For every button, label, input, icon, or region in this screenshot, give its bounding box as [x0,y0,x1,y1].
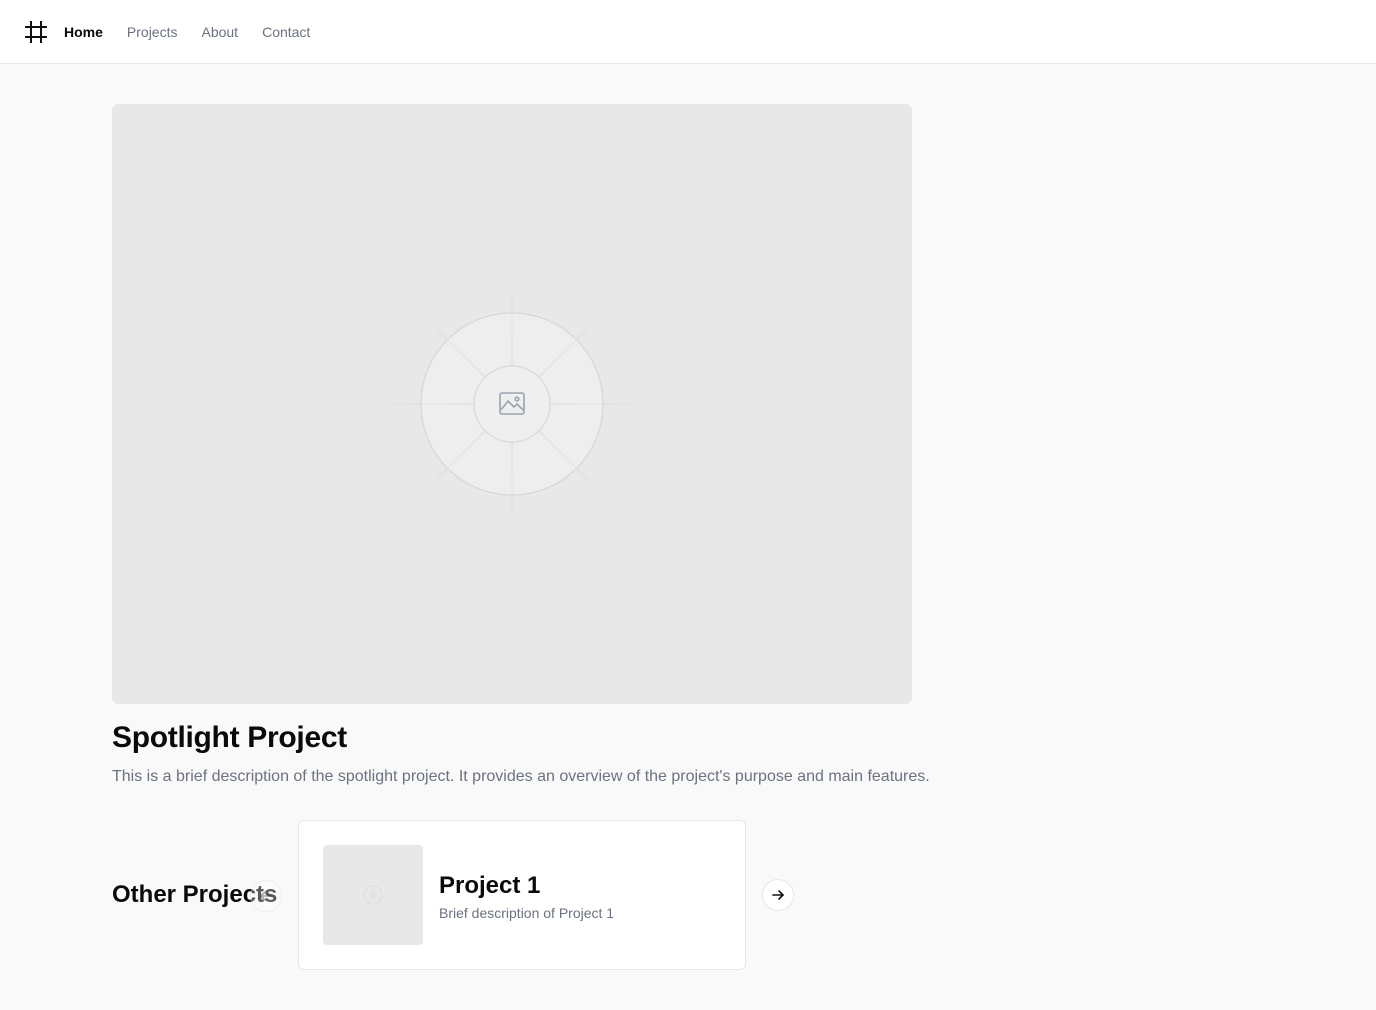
project-thumbnail [323,845,423,945]
image-placeholder-icon [372,264,652,544]
project-card[interactable]: Project 1 Brief description of Project 1 [298,820,746,970]
hash-frame-icon[interactable] [24,20,48,44]
nav-link-contact[interactable]: Contact [262,22,310,42]
nav-link-about[interactable]: About [201,22,238,42]
carousel-next-button[interactable] [762,879,794,911]
image-placeholder-icon [363,885,383,905]
arrow-left-icon [260,891,272,901]
spotlight-description: This is a brief description of the spotl… [112,768,930,785]
arrow-right-icon [772,890,784,900]
top-navigation: Home Projects About Contact [0,0,1376,64]
nav-link-home[interactable]: Home [64,22,103,42]
project-card-description: Brief description of Project 1 [439,905,615,921]
carousel-prev-button[interactable] [250,880,282,912]
spotlight-image [112,104,912,704]
spotlight-title: Spotlight Project [112,721,347,754]
project-card-title: Project 1 [439,872,541,899]
nav-link-projects[interactable]: Projects [127,22,178,42]
